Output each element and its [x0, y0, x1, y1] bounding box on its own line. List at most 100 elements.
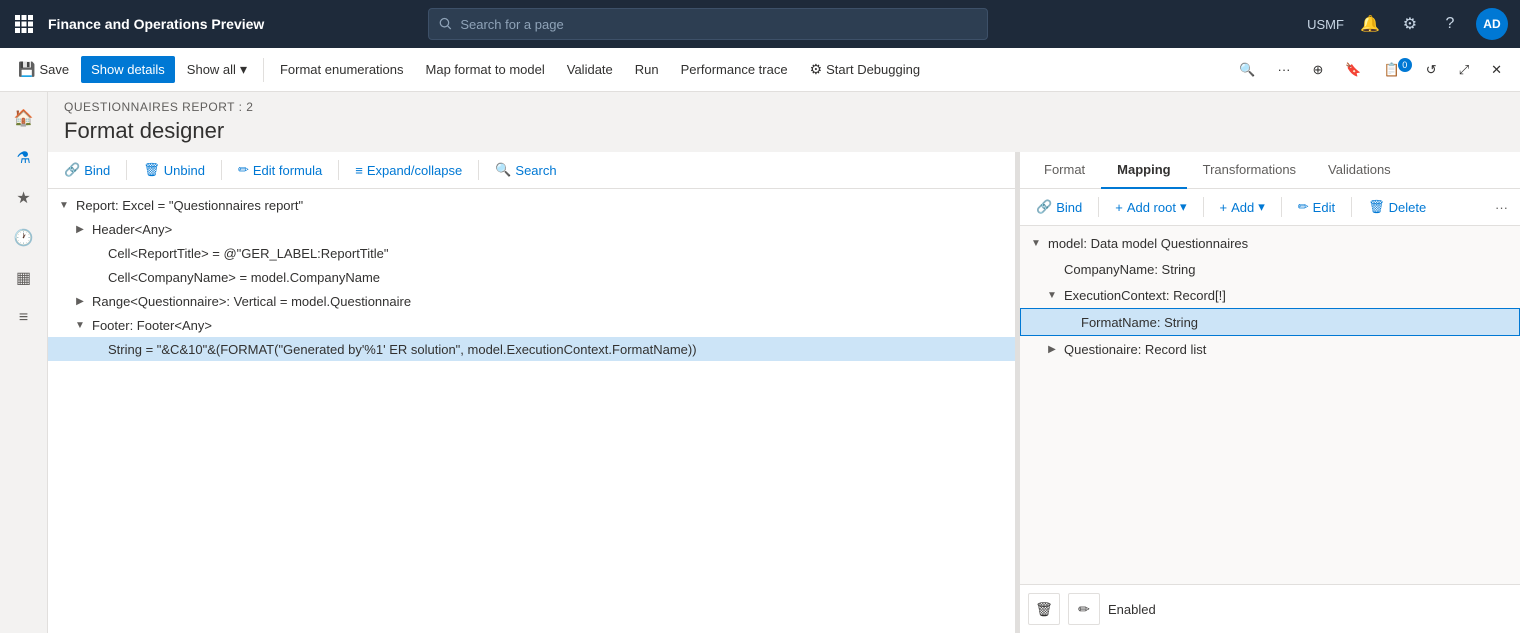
global-search[interactable]	[428, 8, 988, 40]
show-details-button[interactable]: Show details	[81, 56, 175, 83]
waffle-icon[interactable]	[12, 12, 36, 36]
mapping-toolbar: 🔗 Bind + Add root ▾ + Add ▾	[1020, 189, 1520, 226]
more-options-icon[interactable]: ···	[1491, 196, 1512, 219]
bookmark-icon[interactable]: 🔖	[1335, 56, 1371, 84]
format-enumerations-button[interactable]: Format enumerations	[270, 56, 414, 83]
model-label-2: CompanyName: String	[1064, 262, 1196, 277]
tree-item-2[interactable]: ▶ Header<Any>	[48, 217, 1015, 241]
map-format-button[interactable]: Map format to model	[416, 56, 555, 83]
close-icon[interactable]: ✕	[1481, 56, 1512, 84]
tree-item-3[interactable]: Cell<ReportTitle> = @"GER_LABEL:ReportTi…	[48, 241, 1015, 265]
tree-item-4[interactable]: Cell<CompanyName> = model.CompanyName	[48, 265, 1015, 289]
sidebar-star-icon[interactable]: ★	[6, 180, 42, 216]
page-title: Format designer	[48, 114, 1520, 152]
sidebar-grid-icon[interactable]: ▦	[6, 260, 42, 296]
toggle-5[interactable]: ▶	[72, 293, 88, 309]
tab-validations[interactable]: Validations	[1312, 152, 1407, 189]
chevron-down-add-root: ▾	[1180, 199, 1187, 215]
bind-button[interactable]: 🔗 Bind	[56, 158, 118, 182]
tab-transformations[interactable]: Transformations	[1187, 152, 1312, 189]
save-icon: 💾	[18, 61, 35, 78]
start-debugging-button[interactable]: ⚙ Start Debugging	[800, 55, 931, 84]
tab-format[interactable]: Format	[1028, 152, 1101, 189]
tree-label-5: Range<Questionnaire>: Vertical = model.Q…	[92, 294, 411, 309]
model-label-3: ExecutionContext: Record[!]	[1064, 288, 1226, 303]
edit-mapping-button[interactable]: ✏ Edit	[1290, 195, 1343, 219]
tree-label-2: Header<Any>	[92, 222, 172, 237]
validate-button[interactable]: Validate	[557, 56, 623, 83]
tree-label-4: Cell<CompanyName> = model.CompanyName	[108, 270, 380, 285]
toggle-1[interactable]: ▼	[56, 197, 72, 213]
model-item-3[interactable]: ▼ ExecutionContext: Record[!]	[1020, 282, 1520, 308]
expand-icon[interactable]: ⤢	[1449, 56, 1479, 84]
performance-trace-button[interactable]: Performance trace	[671, 56, 798, 83]
more-icon[interactable]: ···	[1268, 56, 1301, 83]
toggle-2[interactable]: ▶	[72, 221, 88, 237]
save-button[interactable]: 💾 Save	[8, 55, 79, 84]
run-button[interactable]: Run	[625, 56, 669, 83]
crosshair-icon[interactable]: ⊕	[1303, 56, 1334, 84]
help-icon[interactable]: ?	[1436, 10, 1464, 38]
edit-formula-button[interactable]: ✏ Edit formula	[230, 158, 330, 182]
edit-bottom-button[interactable]: ✏	[1068, 593, 1100, 625]
pencil-icon-mapping: ✏	[1298, 199, 1309, 215]
mapping-panel: Format Mapping Transformations Validatio…	[1020, 152, 1520, 633]
tree-item-7[interactable]: String = "&C&10"&(FORMAT("Generated by'%…	[48, 337, 1015, 361]
tree-label-3: Cell<ReportTitle> = @"GER_LABEL:ReportTi…	[108, 246, 389, 261]
model-item-5[interactable]: ▶ Questionaire: Record list	[1020, 336, 1520, 362]
sidebar-clock-icon[interactable]: 🕐	[6, 220, 42, 256]
sep2	[221, 160, 222, 180]
model-toggle-3[interactable]: ▼	[1044, 287, 1060, 303]
notification-icon[interactable]: 🔔	[1356, 10, 1384, 38]
sidebar-list-icon[interactable]: ≡	[6, 300, 42, 336]
unbind-button[interactable]: 🗑 Unbind	[135, 158, 213, 182]
model-item-4[interactable]: FormatName: String	[1020, 308, 1520, 336]
refresh-icon[interactable]: ↺	[1416, 56, 1447, 84]
link-icon-mapping: 🔗	[1036, 199, 1052, 215]
sidebar-home-icon[interactable]: 🏠	[6, 100, 42, 136]
tab-mapping[interactable]: Mapping	[1101, 152, 1186, 189]
msep4	[1351, 197, 1352, 217]
tree-item-6[interactable]: ▼ Footer: Footer<Any>	[48, 313, 1015, 337]
sep	[126, 160, 127, 180]
format-panel-toolbar: 🔗 Bind 🗑 Unbind ✏ Edit formula	[48, 152, 1015, 189]
main-content: QUESTIONNAIRES REPORT : 2 Format designe…	[48, 92, 1520, 633]
tree-item-5[interactable]: ▶ Range<Questionnaire>: Vertical = model…	[48, 289, 1015, 313]
sep3	[338, 160, 339, 180]
settings-icon[interactable]: ⚙	[1396, 10, 1424, 38]
unlink-icon: 🗑	[143, 162, 160, 178]
model-toggle-1[interactable]: ▼	[1028, 235, 1044, 251]
show-all-button[interactable]: Show all ▾	[177, 55, 257, 84]
tree-label-1: Report: Excel = "Questionnaires report"	[76, 198, 303, 213]
mapping-bottom-toolbar: 🗑 ✏ Enabled	[1020, 584, 1520, 633]
add-root-button[interactable]: + Add root ▾	[1107, 195, 1194, 219]
enabled-label: Enabled	[1108, 602, 1156, 617]
tree-label-6: Footer: Footer<Any>	[92, 318, 212, 333]
sep4	[478, 160, 479, 180]
tree-item-1[interactable]: ▼ Report: Excel = "Questionnaires report…	[48, 193, 1015, 217]
toggle-6[interactable]: ▼	[72, 317, 88, 333]
model-item-1[interactable]: ▼ model: Data model Questionnaires	[1020, 230, 1520, 256]
notification-badge[interactable]: 📋0	[1374, 56, 1414, 84]
mapping-bind-button[interactable]: 🔗 Bind	[1028, 195, 1090, 219]
search-input[interactable]	[460, 17, 977, 32]
toggle-7	[88, 341, 104, 357]
format-panel: 🔗 Bind 🗑 Unbind ✏ Edit formula	[48, 152, 1016, 633]
delete-mapping-button[interactable]: 🗑 Delete	[1360, 195, 1434, 219]
trash-icon-mapping: 🗑	[1368, 199, 1385, 215]
avatar[interactable]: AD	[1476, 8, 1508, 40]
delete-bottom-button[interactable]: 🗑	[1028, 593, 1060, 625]
model-toggle-5[interactable]: ▶	[1044, 341, 1060, 357]
breadcrumb: QUESTIONNAIRES REPORT : 2	[48, 92, 1520, 114]
expand-collapse-button[interactable]: ≡ Expand/collapse	[347, 159, 470, 182]
model-label-4: FormatName: String	[1081, 315, 1198, 330]
msep3	[1281, 197, 1282, 217]
model-item-2[interactable]: CompanyName: String	[1020, 256, 1520, 282]
search-button[interactable]: 🔍 Search	[487, 158, 564, 182]
add-button[interactable]: + Add ▾	[1212, 195, 1273, 219]
search-toolbar-icon[interactable]: 🔍	[1229, 56, 1265, 84]
plus-icon-2: +	[1220, 200, 1228, 215]
sidebar-filter-icon[interactable]: ⚗	[6, 140, 42, 176]
trash-bottom-icon: 🗑	[1035, 601, 1053, 618]
expand-icon: ≡	[355, 163, 363, 178]
